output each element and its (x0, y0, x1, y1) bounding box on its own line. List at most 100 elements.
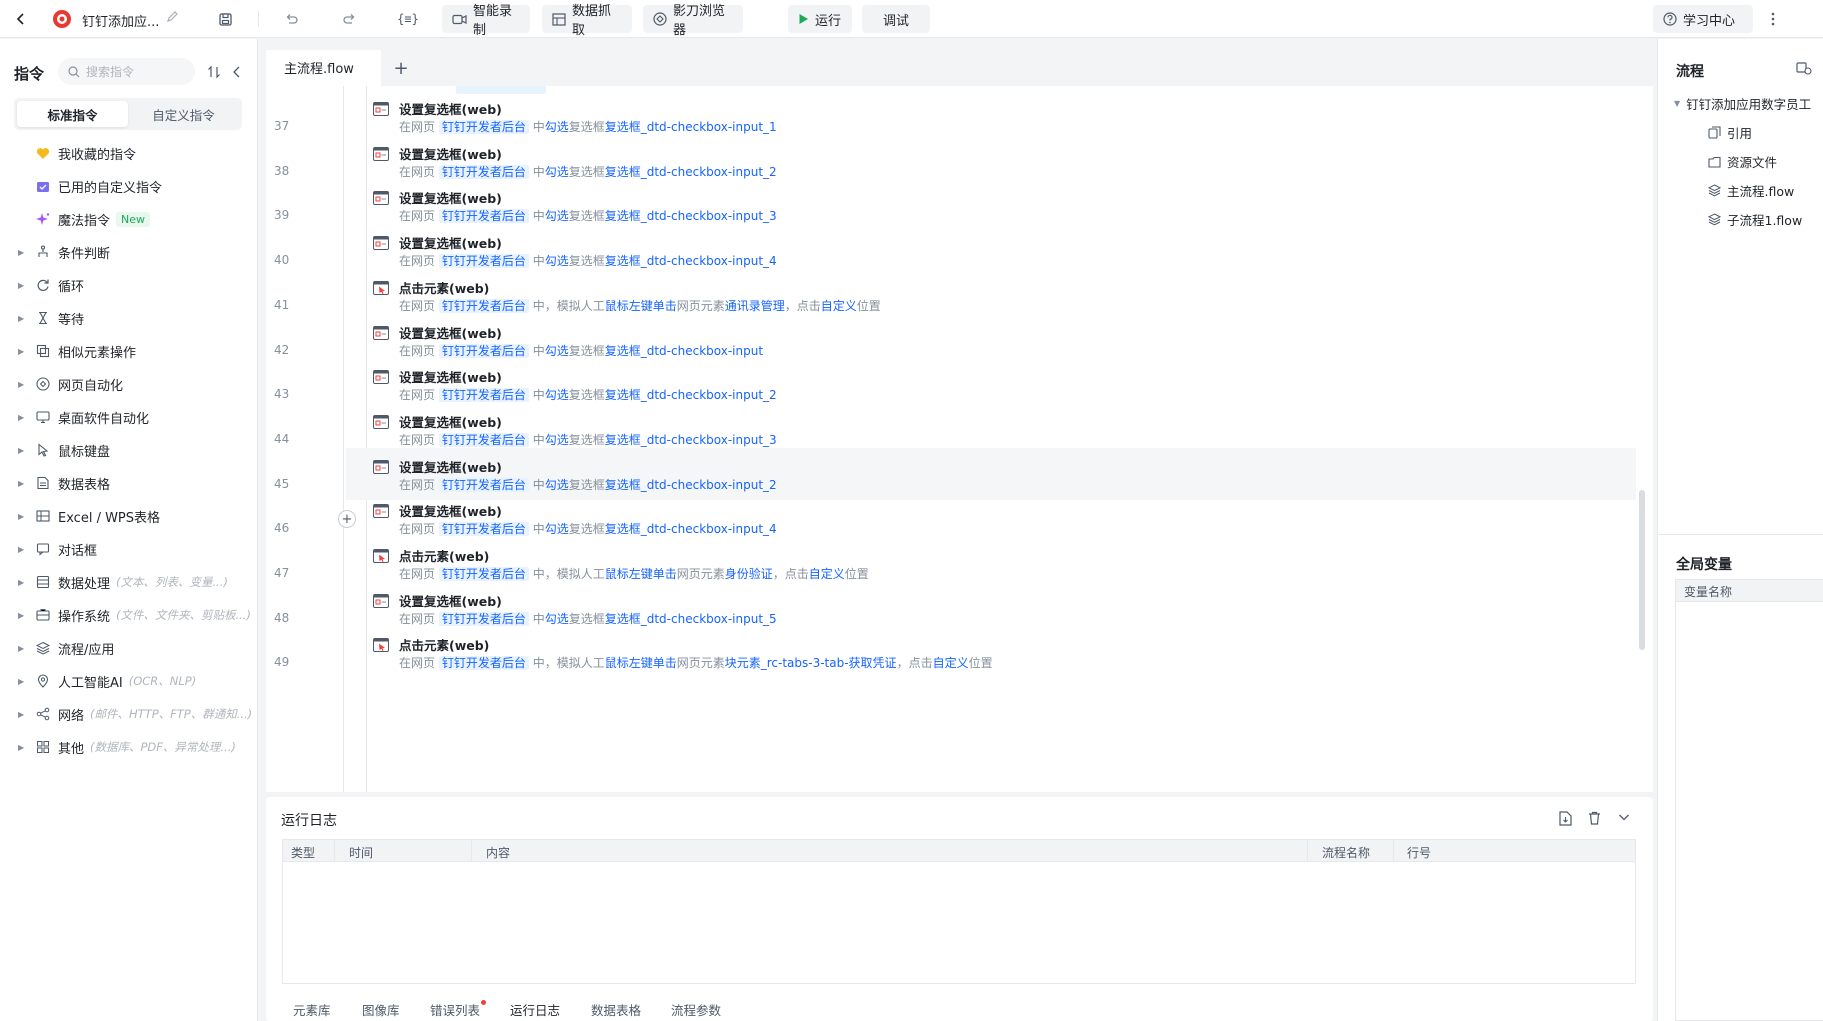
expand-arrow-icon: ▶ (18, 544, 25, 554)
category-item[interactable]: ▶ 对话框 (0, 536, 258, 562)
expand-arrow-icon: ▶ (18, 445, 25, 455)
tab-data-table[interactable]: 数据表格 (591, 1000, 641, 1019)
line-number: 44 (274, 431, 290, 446)
step-title: 设置复选框(web) (399, 593, 502, 609)
page-chip: 钉钉开发者后台 (438, 611, 529, 626)
expand-arrow-icon: ▶ (18, 478, 25, 488)
checkbox-web-icon (373, 191, 389, 206)
tab-flow-params[interactable]: 流程参数 (671, 1000, 721, 1019)
category-label: 网络 (58, 708, 85, 724)
category-hint: (文本、列表、变量...) (116, 575, 228, 589)
video-camera-icon (452, 13, 467, 26)
col-content: 内容 (486, 846, 511, 860)
category-item[interactable]: ▶ 鼠标键盘 (0, 437, 258, 463)
collapse-panel-icon[interactable] (232, 65, 242, 79)
expand-arrow-icon: ▼ (1674, 99, 1681, 108)
line-number: 47 (274, 566, 290, 580)
clear-log-icon[interactable] (1588, 811, 1601, 825)
add-step-icon[interactable]: + (338, 510, 356, 528)
category-item[interactable]: ▶ 数据处理 (文本、列表、变量...) (0, 569, 258, 595)
category-label: 数据处理 (58, 576, 111, 592)
category-label: 循环 (58, 279, 85, 295)
back-icon[interactable] (8, 6, 34, 32)
flow-step[interactable]: 点击元素(web) 在网页 钉钉开发者后台 中，模拟人工鼠标左键单击网页元素块元素… (346, 626, 1636, 678)
edit-title-icon[interactable] (166, 10, 179, 23)
error-indicator-dot (481, 1000, 486, 1005)
save-icon[interactable] (212, 6, 238, 32)
category-item[interactable]: ▶ 相似元素操作 (0, 338, 258, 364)
tab-error-list[interactable]: 错误列表 (430, 1000, 480, 1019)
expand-arrow-icon: ▶ (18, 379, 25, 389)
page-chip: 钉钉开发者后台 (438, 343, 529, 358)
tab-standard-instructions[interactable]: 标准指令 (17, 101, 128, 127)
flow-tree-item[interactable]: 引用 (1708, 123, 1752, 142)
step-description: 在网页 钉钉开发者后台 中勾选复选框复选框_dtd-checkbox-input… (399, 611, 777, 626)
variable-button[interactable]: {≡} (394, 6, 422, 32)
category-item[interactable]: ▶ 条件判断 (0, 239, 258, 265)
step-target: 复选框_dtd-checkbox-input_2 (604, 164, 777, 179)
tab-custom-instructions[interactable]: 自定义指令 (128, 101, 239, 127)
top-toolbar: 钉钉添加应... {≡} 智能录制 数据抓取 影刀浏览器 运行 调试 学习中心 (0, 0, 1823, 38)
category-item[interactable]: ▶ 其他 (数据库、PDF、异常处理...) (0, 734, 258, 760)
debug-button[interactable]: 调试 (862, 5, 930, 33)
category-label: 其他 (58, 741, 85, 757)
sort-icon[interactable] (207, 65, 221, 79)
step-description: 在网页 钉钉开发者后台 中勾选复选框复选框_dtd-checkbox-input… (399, 254, 777, 269)
more-vertical-icon[interactable] (1760, 6, 1786, 32)
checkbox-web-icon (373, 370, 389, 385)
category-label: 相似元素操作 (58, 345, 137, 361)
log-table-header: 类型 时间 内容 流程名称 行号 (283, 840, 1635, 862)
line-number: 37 (274, 119, 290, 133)
flow-tree-item[interactable]: 子流程1.flow (1708, 210, 1802, 229)
category-item[interactable]: ▶ 等待 (0, 305, 258, 331)
category-item[interactable]: ▶ Excel / WPS表格 (0, 503, 258, 529)
tab-element-library[interactable]: 元素库 (293, 1000, 331, 1019)
instruction-panel-title: 指令 (14, 65, 45, 83)
expand-arrow-icon: ▶ (18, 346, 25, 356)
category-label: 网页自动化 (58, 378, 124, 394)
category-item[interactable]: ▶ 网络 (邮件、HTTP、FTP、群通知...) (0, 701, 258, 727)
flow-root-item[interactable]: ▼ 钉钉添加应用数字员工 (1674, 94, 1811, 113)
click-element-icon (373, 280, 389, 295)
category-item[interactable]: ▶ 人工智能AI (OCR、NLP) (0, 668, 258, 694)
flow-steps-area: 37 设置复选框(web) 在网页 钉钉开发者后台 中勾选复选框复选框_dtd-ch… (266, 86, 1653, 792)
tab-image-library[interactable]: 图像库 (362, 1000, 400, 1019)
category-item[interactable]: ▶ 操作系统 (文件、文件夹、剪贴板...) (0, 602, 258, 628)
add-tab-icon[interactable]: + (390, 57, 412, 79)
instruction-search[interactable] (58, 58, 195, 85)
flow-tree-item[interactable]: 资源文件 (1708, 152, 1777, 171)
smart-record-button[interactable]: 智能录制 (442, 4, 530, 38)
branch-icon (34, 243, 52, 261)
category-item[interactable]: ▶ 流程/应用 (0, 635, 258, 661)
export-log-icon[interactable] (1559, 811, 1572, 826)
redo-icon[interactable] (336, 6, 362, 32)
category-item[interactable]: ▶ 桌面软件自动化 (0, 404, 258, 430)
expand-arrow-icon: ▶ (18, 676, 25, 686)
browser-shield-icon (653, 12, 667, 26)
chevron-down-icon[interactable] (1618, 812, 1630, 822)
ai-icon (34, 672, 52, 690)
learning-center-button[interactable]: 学习中心 (1653, 5, 1753, 33)
category-label: 操作系统 (58, 609, 111, 625)
tab-main-flow[interactable]: 主流程.flow (266, 50, 381, 86)
category-item[interactable]: ▶ 数据表格 (0, 470, 258, 496)
run-button[interactable]: 运行 (788, 5, 852, 33)
flow-tree-item[interactable]: 主流程.flow (1708, 181, 1794, 200)
category-item[interactable]: ▶ 网页自动化 (0, 371, 258, 397)
magic-instructions-item[interactable]: 魔法指令 New (0, 206, 258, 232)
tab-run-log[interactable]: 运行日志 (510, 1000, 560, 1019)
data-capture-button[interactable]: 数据抓取 (542, 4, 632, 38)
search-input[interactable] (86, 64, 176, 79)
favorites-item[interactable]: 我收藏的指令 (0, 140, 258, 166)
category-item[interactable]: ▶ 循环 (0, 272, 258, 298)
play-icon (798, 13, 809, 25)
category-label: Excel / WPS表格 (58, 510, 161, 526)
editor-scrollbar[interactable] (1639, 490, 1645, 650)
category-label: 数据表格 (58, 477, 111, 493)
search-icon (68, 65, 80, 78)
step-title: 设置复选框(web) (399, 504, 502, 520)
used-custom-item[interactable]: 已用的自定义指令 (0, 173, 258, 199)
browser-button[interactable]: 影刀浏览器 (643, 4, 743, 38)
flow-settings-icon[interactable] (1796, 61, 1812, 75)
undo-icon[interactable] (278, 6, 304, 32)
